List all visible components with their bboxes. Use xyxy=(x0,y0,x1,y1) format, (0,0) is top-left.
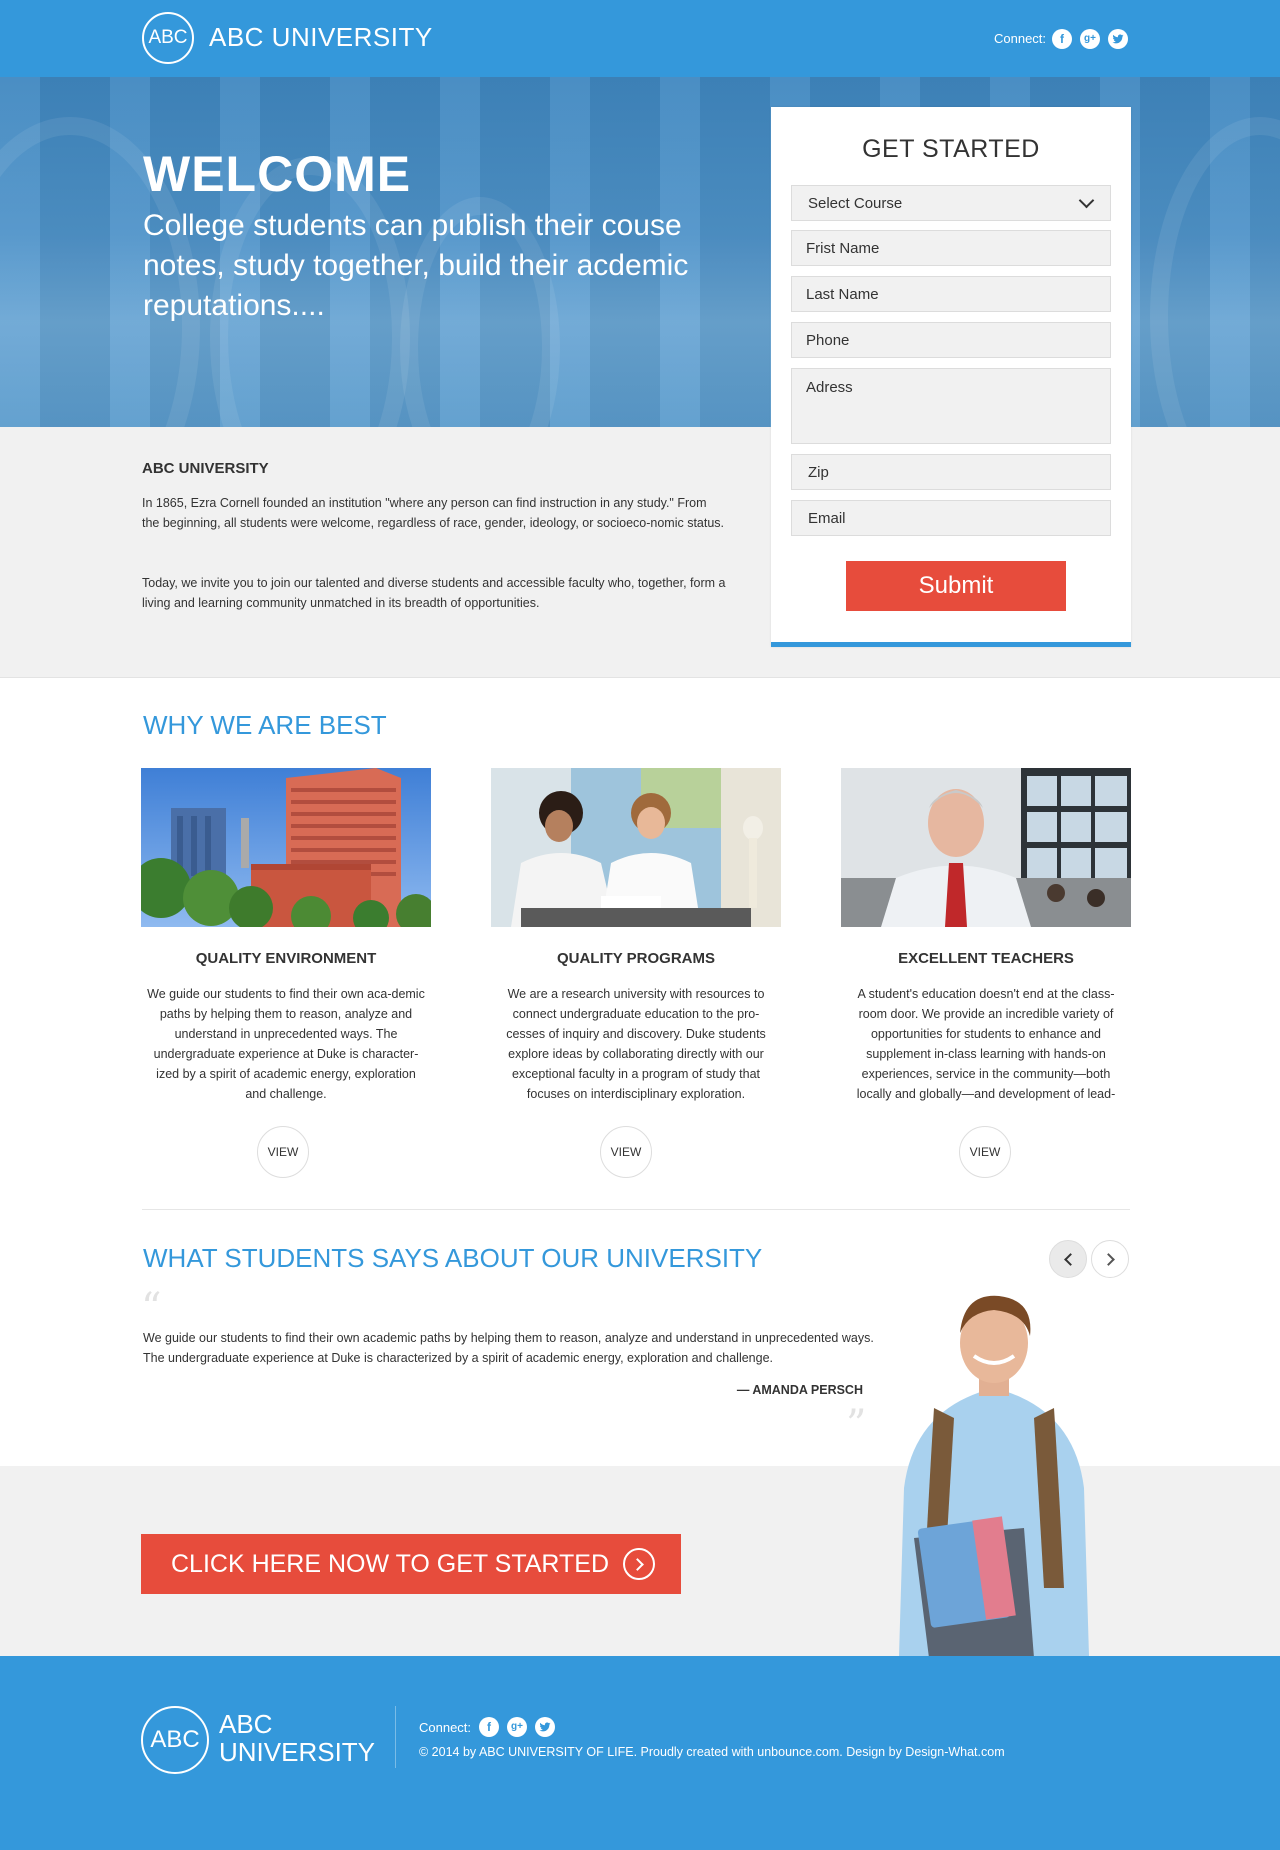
footer-brand-line-2: UNIVERSITY xyxy=(219,1737,376,1767)
facebook-icon[interactable]: f xyxy=(479,1717,499,1737)
arrow-right-circle-icon xyxy=(623,1548,656,1580)
footer-brand[interactable]: ABC UNIVERSITY xyxy=(219,1710,375,1766)
card-title-teachers: EXCELLENT TEACHERS xyxy=(898,950,1074,967)
hero-subtitle: College students can publish their couse… xyxy=(143,209,689,322)
open-quote-icon: “ xyxy=(141,1285,162,1331)
chevron-right-icon xyxy=(1101,1252,1115,1266)
testimonials-title: WHAT STUDENTS SAYS ABOUT OUR UNIVERSITY xyxy=(143,1243,763,1273)
copyright-text: © 2014 by ABC UNIVERSITY OF LIFE. Proudl… xyxy=(419,1745,1005,1759)
about-paragraph-2: Today, we invite you to join our talente… xyxy=(142,576,726,610)
hero-title: WELCOME xyxy=(143,146,412,202)
google-plus-icon[interactable]: g+ xyxy=(507,1717,527,1737)
facebook-icon[interactable]: f xyxy=(1052,29,1072,49)
form-title: GET STARTED xyxy=(862,135,1040,163)
cta-label: CLICK HERE NOW TO GET STARTED xyxy=(171,1549,610,1578)
get-started-form: GET STARTED Select Course Submit xyxy=(771,107,1131,647)
google-plus-icon[interactable]: g+ xyxy=(1080,29,1100,49)
last-name-field[interactable] xyxy=(791,276,1111,312)
view-button-teachers[interactable]: VIEW xyxy=(959,1126,1011,1178)
prev-testimonial-button[interactable] xyxy=(1049,1240,1087,1278)
top-header: ABC ABC UNIVERSITY Connect: f g+ xyxy=(0,0,1280,77)
testimonial-author: — AMANDA PERSCH xyxy=(736,1383,863,1397)
view-button-environment[interactable]: VIEW xyxy=(257,1126,309,1178)
footer-brand-line-1: ABC xyxy=(219,1709,273,1739)
course-select[interactable]: Select Course xyxy=(791,185,1111,221)
phone-field[interactable] xyxy=(791,322,1111,358)
footer-logo-badge[interactable]: ABC xyxy=(141,1706,209,1774)
environment-image xyxy=(141,768,431,927)
why-section-title: WHY WE ARE BEST xyxy=(143,710,387,740)
email-field[interactable] xyxy=(791,500,1111,536)
close-quote-icon: ” xyxy=(846,1402,867,1448)
testimonial-quote: We guide our students to find their own … xyxy=(143,1331,874,1365)
twitter-icon[interactable] xyxy=(535,1717,555,1737)
card-text-teachers: A student's education doesn't end at the… xyxy=(856,987,1116,1101)
chevron-left-icon xyxy=(1063,1252,1077,1266)
view-button-programs[interactable]: VIEW xyxy=(600,1126,652,1178)
get-started-cta-button[interactable]: CLICK HERE NOW TO GET STARTED xyxy=(141,1534,681,1594)
address-field[interactable] xyxy=(791,368,1111,444)
first-name-field[interactable] xyxy=(791,230,1111,266)
submit-button[interactable]: Submit xyxy=(846,561,1066,611)
about-title: ABC UNIVERSITY xyxy=(142,460,269,477)
programs-image xyxy=(491,768,781,927)
teachers-image xyxy=(841,768,1131,927)
hero-background-arch xyxy=(1150,117,1280,427)
section-divider xyxy=(142,1209,1130,1210)
student-photo xyxy=(874,1288,1114,1658)
chevron-down-icon xyxy=(1078,192,1095,208)
zip-field[interactable] xyxy=(791,454,1111,490)
footer-connect-label: Connect: xyxy=(419,1720,472,1735)
card-title-environment: QUALITY ENVIRONMENT xyxy=(195,950,377,967)
card-text-environment: We guide our students to find their own … xyxy=(147,987,425,1101)
footer-divider xyxy=(395,1706,396,1768)
header-connect-label: Connect: xyxy=(994,31,1047,46)
brand-name[interactable]: ABC UNIVERSITY xyxy=(209,22,433,53)
next-testimonial-button[interactable] xyxy=(1091,1240,1129,1278)
card-title-programs: QUALITY PROGRAMS xyxy=(556,950,716,967)
card-text-programs: We are a research university with resour… xyxy=(506,987,766,1101)
logo-badge[interactable]: ABC xyxy=(142,12,194,64)
course-select-value: Select Course xyxy=(808,194,903,212)
twitter-icon[interactable] xyxy=(1108,29,1128,49)
about-paragraph-1: In 1865, Ezra Cornell founded an institu… xyxy=(142,496,725,530)
